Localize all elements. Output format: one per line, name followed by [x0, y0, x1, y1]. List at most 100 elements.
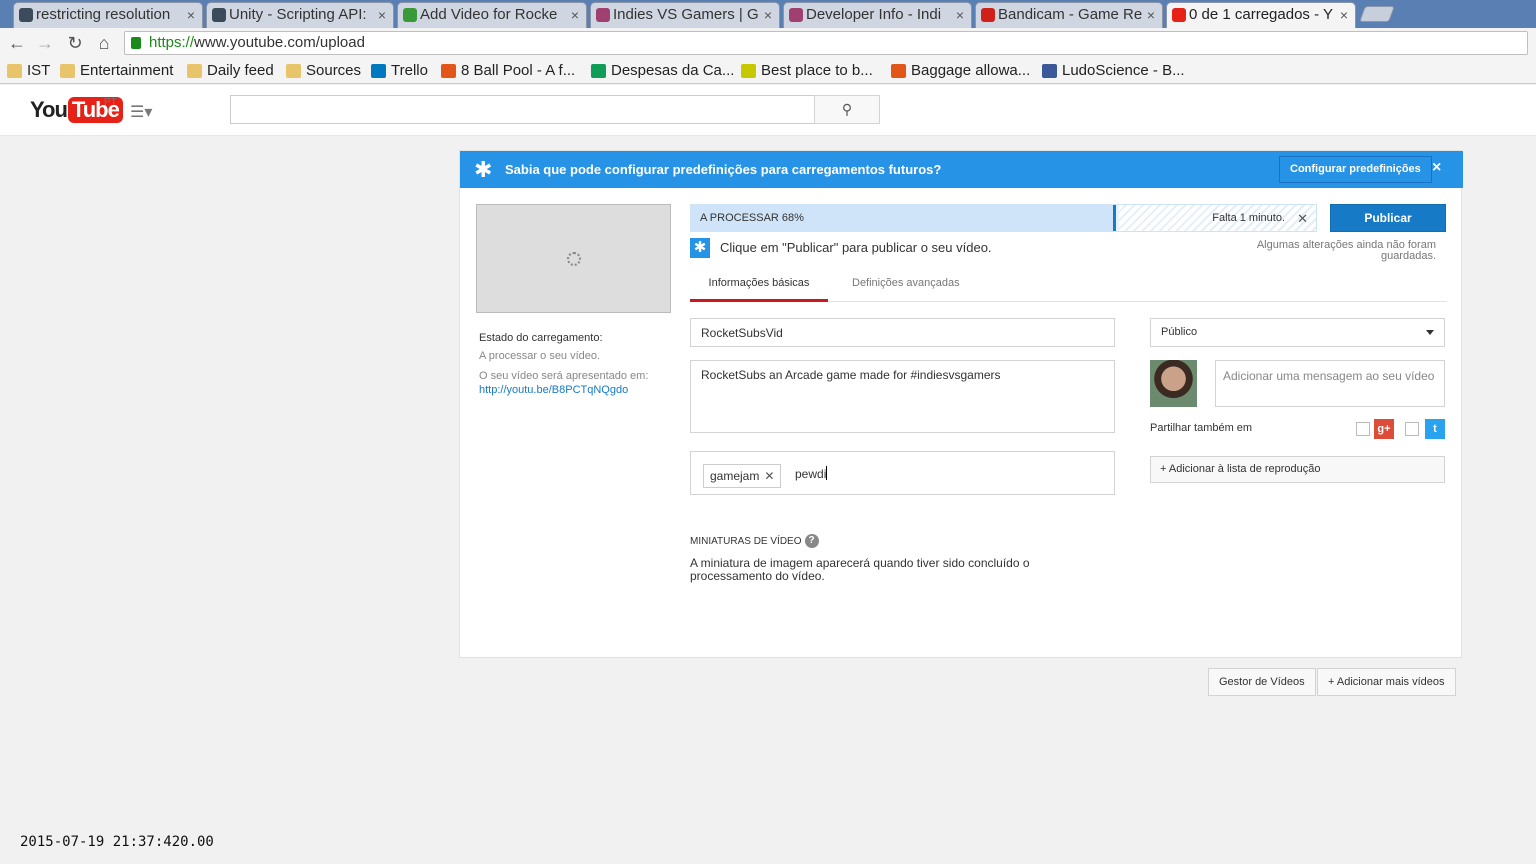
youtube-header: You Tube PT ☰▾ ⚲	[0, 85, 1536, 136]
gplus-share-checkbox[interactable]	[1356, 422, 1370, 436]
browser-tab[interactable]: Bandicam - Game Re ×	[975, 2, 1163, 28]
avatar	[1150, 360, 1197, 407]
browser-tab[interactable]: Indies VS Gamers | G ×	[590, 2, 780, 28]
smiley-icon	[741, 64, 756, 78]
back-icon[interactable]: ←	[6, 32, 28, 54]
tab-label: Developer Info - Indi	[806, 6, 942, 23]
tab-favicon-icon	[212, 8, 226, 22]
share-message-input[interactable]: Adicionar uma mensagem ao seu vídeo	[1215, 360, 1445, 407]
bookmark-item[interactable]: 8 Ball Pool - A f...	[441, 61, 575, 81]
remove-tag-icon[interactable]: ✕	[764, 469, 774, 483]
browser-tab[interactable]: restricting resolution ×	[13, 2, 203, 28]
add-more-videos-button[interactable]: + Adicionar mais vídeos	[1317, 668, 1456, 696]
close-icon[interactable]: ×	[1432, 159, 1441, 177]
tab-close-icon[interactable]: ×	[956, 3, 964, 27]
tag-chip-label: gamejam	[710, 469, 760, 483]
help-icon[interactable]: ?	[804, 534, 819, 548]
tab-label: Add Video for Rocke	[420, 6, 558, 23]
details-tabs: Informações básicas Definições avançadas	[690, 269, 1447, 302]
facebook-icon	[1042, 64, 1057, 78]
twitter-icon: t	[1425, 419, 1445, 439]
folder-icon	[187, 64, 202, 78]
tab-basic-info[interactable]: Informações básicas	[690, 277, 828, 302]
publish-button[interactable]: Publicar	[1330, 204, 1446, 232]
add-more-label: Adicionar mais vídeos	[1336, 676, 1445, 688]
bookmarks-bar: IST Entertainment Daily feed Sources Trello 8…	[0, 58, 1536, 84]
video-manager-button[interactable]: Gestor de Vídeos	[1208, 668, 1316, 696]
browser-tab[interactable]: 0 de 1 carregados - Y ×	[1166, 2, 1356, 28]
loading-spinner-icon	[567, 252, 581, 266]
bookmark-label: 8 Ball Pool - A f...	[461, 62, 576, 79]
upload-status: Estado do carregamento: A processar o se…	[479, 332, 679, 396]
bookmark-item[interactable]: Entertainment	[60, 61, 173, 81]
star-icon: ✱	[690, 238, 710, 258]
tab-close-icon[interactable]: ×	[187, 3, 195, 27]
title-input[interactable]: RocketSubsVid	[690, 318, 1115, 347]
progress-label: A PROCESSAR 68%	[700, 212, 804, 224]
tab-close-icon[interactable]: ×	[1147, 3, 1155, 27]
twitter-share-checkbox[interactable]	[1405, 422, 1419, 436]
tab-label: Unity - Scripting API:	[229, 6, 367, 23]
bookmark-item[interactable]: Sources	[286, 61, 361, 81]
tab-label: Bandicam - Game Re	[998, 6, 1143, 23]
processing-progress-bar: A PROCESSAR 68% Falta 1 minuto. ✕	[690, 204, 1317, 232]
chevron-down-icon	[1426, 330, 1434, 335]
bookmark-label: Daily feed	[207, 62, 274, 79]
bookmark-item[interactable]: Baggage allowa...	[891, 61, 1030, 81]
country-code: PT	[104, 97, 117, 108]
search-button[interactable]: ⚲	[814, 95, 880, 124]
unsaved-changes-note: Algumas alterações ainda não foram guard…	[1256, 239, 1436, 262]
play-icon	[441, 64, 456, 78]
tab-close-icon[interactable]: ×	[764, 3, 772, 27]
configure-presets-button[interactable]: Configurar predefinições	[1279, 156, 1432, 183]
share-also-label: Partilhar também em	[1150, 422, 1253, 434]
forward-icon[interactable]: →	[34, 32, 56, 54]
tag-typing-text: pewdi	[795, 466, 828, 481]
tag-chip: gamejam ✕	[703, 464, 782, 488]
video-url-link[interactable]: http://youtu.be/B8PCTqNQgdo	[479, 384, 679, 396]
new-tab-button[interactable]	[1359, 6, 1395, 22]
tab-favicon-icon	[403, 8, 417, 22]
search-input[interactable]	[230, 95, 815, 124]
guide-menu-icon[interactable]: ☰▾	[130, 102, 152, 122]
star-icon: ✱	[474, 157, 493, 182]
browser-tab[interactable]: Developer Info - Indi ×	[783, 2, 972, 28]
browser-tab[interactable]: Add Video for Rocke ×	[397, 2, 587, 28]
hint-text: Clique em "Publicar" para publicar o seu…	[720, 240, 992, 255]
privacy-select[interactable]: Público	[1150, 318, 1445, 347]
add-to-playlist-button[interactable]: + Adicionar à lista de reprodução	[1150, 456, 1445, 483]
trello-icon	[371, 64, 386, 78]
google-plus-icon: g+	[1374, 419, 1394, 439]
bookmark-item[interactable]: Despesas da Ca...	[591, 61, 734, 81]
tab-favicon-icon	[1172, 8, 1186, 22]
bookmark-item[interactable]: Trello	[371, 61, 428, 81]
tab-close-icon[interactable]: ×	[378, 3, 386, 27]
folder-icon	[7, 64, 22, 78]
bookmark-label: Despesas da Ca...	[611, 62, 735, 79]
tab-advanced-settings[interactable]: Definições avançadas	[852, 277, 960, 289]
recording-timestamp: 2015-07-19 21:37:420.00	[20, 834, 214, 850]
time-remaining: Falta 1 minuto.	[1212, 212, 1285, 224]
tab-favicon-icon	[596, 8, 610, 22]
cancel-upload-icon[interactable]: ✕	[1297, 211, 1308, 227]
home-icon[interactable]: ⌂	[93, 32, 115, 54]
tab-close-icon[interactable]: ×	[571, 3, 579, 27]
sheets-icon	[591, 64, 606, 78]
tab-close-icon[interactable]: ×	[1340, 3, 1348, 27]
plus-icon: +	[1328, 676, 1335, 688]
bookmark-item[interactable]: IST	[7, 61, 50, 81]
thumbnails-title: MINIATURAS DE VÍDEO?	[690, 534, 819, 548]
status-title: Estado do carregamento:	[479, 332, 603, 344]
bookmark-item[interactable]: Daily feed	[187, 61, 274, 81]
browser-tab[interactable]: Unity - Scripting API: ×	[206, 2, 394, 28]
browser-tabstrip: restricting resolution × Unity - Scripting…	[0, 0, 1536, 28]
address-bar[interactable]: https://www.youtube.com/upload	[124, 31, 1528, 55]
privacy-value: Público	[1161, 326, 1198, 338]
tab-label: restricting resolution	[36, 6, 171, 23]
tags-input[interactable]: gamejam ✕ pewdi	[690, 451, 1115, 495]
description-textarea[interactable]: RocketSubs an Arcade game made for #indi…	[690, 360, 1115, 433]
bookmark-item[interactable]: LudoScience - B...	[1042, 61, 1185, 81]
reload-icon[interactable]: ↻	[64, 32, 86, 54]
bookmark-item[interactable]: Best place to b...	[741, 61, 873, 81]
presets-banner: ✱ Sabia que pode configurar predefiniçõe…	[460, 151, 1463, 188]
